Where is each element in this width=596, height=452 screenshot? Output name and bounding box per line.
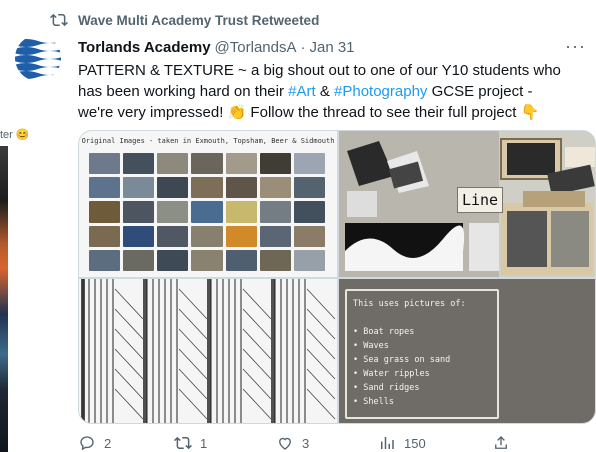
author-name[interactable]: Torlands Academy xyxy=(78,39,211,56)
line-label: Line xyxy=(457,187,503,213)
notes-card: This uses pictures of: • Boat ropes • Wa… xyxy=(345,289,499,419)
notes-item: • Water ripples xyxy=(353,369,430,379)
heart-icon xyxy=(279,437,291,450)
share-button[interactable] xyxy=(492,434,510,452)
pattern-art xyxy=(79,279,337,423)
wave-logo-icon xyxy=(15,35,61,81)
tweet-actions: 2 1 3 150 xyxy=(78,434,548,452)
retweet-context[interactable]: Wave Multi Academy Trust Retweeted xyxy=(50,10,319,30)
photo-contact-sheet xyxy=(89,153,325,271)
tweet-text: PATTERN & TEXTURE ~ a big shout out to o… xyxy=(78,62,561,121)
avatar[interactable] xyxy=(14,34,62,82)
reply-count: 2 xyxy=(104,435,112,451)
point-down-emoji: 👇 xyxy=(520,104,540,121)
views-chart-icon xyxy=(381,437,394,449)
reply-button[interactable]: 2 xyxy=(78,434,111,452)
media-image-1[interactable]: Original Images - taken in Exmouth, Tops… xyxy=(79,131,337,277)
notes-item: • Sand ridges xyxy=(353,383,420,393)
retweet-count: 1 xyxy=(200,435,208,451)
media-image-2[interactable]: Line xyxy=(339,131,595,277)
retweet-button[interactable]: 1 xyxy=(174,434,207,452)
notes-item: • Sea grass on sand xyxy=(353,355,451,365)
notes-title: This uses pictures of: xyxy=(353,299,466,309)
views-count: 150 xyxy=(404,435,426,451)
notes-item: • Boat ropes xyxy=(353,327,415,337)
retweet-icon xyxy=(50,13,68,27)
media-image-4[interactable]: This uses pictures of: • Boat ropes • Wa… xyxy=(339,279,595,423)
left-edge-image xyxy=(0,146,8,452)
like-button[interactable]: 3 xyxy=(276,434,309,452)
notes-item: • Waves xyxy=(353,341,389,351)
like-count: 3 xyxy=(302,435,310,451)
notes-item: • Shells xyxy=(353,397,394,407)
left-edge-text: ter 😊 xyxy=(0,129,30,141)
reply-icon xyxy=(80,436,94,451)
share-icon xyxy=(495,436,507,449)
hashtag-photography[interactable]: #Photography xyxy=(334,83,427,100)
more-options-button[interactable]: ··· xyxy=(565,36,586,57)
retweet-icon xyxy=(174,436,192,450)
separator-dot: · xyxy=(300,38,306,56)
retweet-text: Wave Multi Academy Trust Retweeted xyxy=(78,12,320,28)
clap-emoji: 👏 xyxy=(227,104,247,121)
author-handle[interactable]: @TorlandsA xyxy=(215,39,297,56)
tweet-date[interactable]: Jan 31 xyxy=(309,39,354,56)
hashtag-art[interactable]: #Art xyxy=(288,83,316,100)
media-image-3[interactable] xyxy=(79,279,337,423)
tweet-header: Torlands Academy @TorlandsA · Jan 31 xyxy=(78,36,586,58)
media-1-caption: Original Images - taken in Exmouth, Tops… xyxy=(81,137,335,145)
media-grid: Original Images - taken in Exmouth, Tops… xyxy=(78,130,596,424)
views-button[interactable]: 150 xyxy=(378,434,426,452)
